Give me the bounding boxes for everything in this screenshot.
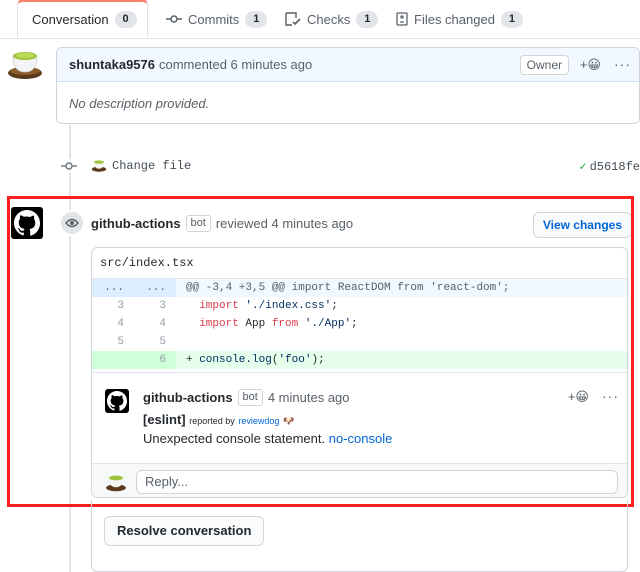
file-diff-icon bbox=[396, 12, 408, 26]
reviewdog-link[interactable]: reviewdog bbox=[238, 416, 279, 426]
comment-timestamp[interactable]: commented 6 minutes ago bbox=[159, 57, 312, 72]
commit-event: Change file ✓ d5618fe bbox=[60, 156, 640, 176]
more-options-button[interactable]: ··· bbox=[602, 388, 619, 404]
file-path[interactable]: src/index.tsx bbox=[92, 248, 627, 279]
tab-label: Conversation bbox=[32, 12, 109, 27]
inline-comment-source: [eslint] reported by reviewdog 🐶 bbox=[143, 412, 294, 427]
code-function: log bbox=[252, 354, 272, 366]
old-line-number[interactable]: 5 bbox=[92, 333, 134, 351]
reply-area: Reply... bbox=[92, 463, 627, 497]
resolve-conversation-button[interactable]: Resolve conversation bbox=[104, 516, 265, 546]
commit-sha[interactable]: ✓ d5618fe bbox=[579, 159, 640, 174]
inline-comment-header: github-actions bot 4 minutes ago bbox=[143, 389, 350, 406]
old-line-number[interactable]: 3 bbox=[92, 297, 134, 315]
diff-added-line: 6 + console.log('foo'); bbox=[92, 351, 627, 369]
code-keyword: import bbox=[199, 300, 239, 312]
code-string: 'foo' bbox=[278, 354, 312, 366]
checklist-icon bbox=[285, 12, 301, 26]
diff-code: import './index.css'; bbox=[176, 297, 627, 315]
tab-counter: 1 bbox=[356, 10, 379, 28]
lint-message: Unexpected console statement. bbox=[143, 431, 326, 446]
code-keyword: from bbox=[271, 318, 299, 330]
diff-code bbox=[176, 333, 627, 351]
tab-label: Checks bbox=[307, 11, 351, 27]
tab-checks[interactable]: Checks 1 bbox=[285, 0, 379, 38]
tab-files-changed[interactable]: Files changed 1 bbox=[396, 0, 523, 38]
view-changes-button[interactable]: View changes bbox=[532, 212, 632, 238]
reported-by-label: reported by bbox=[189, 416, 235, 426]
expand-up-button[interactable]: ... bbox=[92, 279, 134, 297]
diff-line: 4 4 import App from './App'; bbox=[92, 315, 627, 333]
diff-code: + console.log('foo'); bbox=[176, 351, 627, 369]
bot-label: bot bbox=[185, 215, 211, 232]
tab-counter: 1 bbox=[500, 10, 523, 28]
reply-input[interactable]: Reply... bbox=[136, 470, 618, 494]
inline-comment-timestamp[interactable]: 4 minutes ago bbox=[268, 390, 350, 405]
github-logo-icon bbox=[14, 210, 40, 236]
tab-label: Files changed bbox=[414, 11, 495, 27]
commit-sha-text: d5618fe bbox=[589, 160, 640, 174]
diff-hunk-row: ... ... @@ -3,4 +3,5 @@ import ReactDOM … bbox=[92, 279, 627, 297]
comment-body: No description provided. bbox=[69, 96, 210, 111]
check-icon: ✓ bbox=[579, 160, 587, 174]
github-actions-avatar[interactable] bbox=[11, 207, 43, 239]
code-keyword: import bbox=[199, 318, 239, 330]
dog-icon: 🐶 bbox=[283, 416, 295, 426]
code-text: ; bbox=[331, 300, 338, 312]
tab-label: Commits bbox=[188, 11, 240, 27]
git-commit-icon bbox=[166, 15, 182, 23]
linter-tag: [eslint] bbox=[143, 412, 186, 427]
old-line-number[interactable]: 4 bbox=[92, 315, 134, 333]
add-reaction-button[interactable]: +😀 bbox=[580, 57, 601, 73]
review-header: github-actions bot reviewed 4 minutes ag… bbox=[91, 215, 353, 232]
user-avatar[interactable] bbox=[6, 44, 44, 82]
add-reaction-button[interactable]: +😀 bbox=[568, 389, 589, 405]
eye-icon bbox=[59, 210, 85, 236]
review-timestamp[interactable]: reviewed 4 minutes ago bbox=[216, 216, 353, 231]
commit-author-avatar[interactable] bbox=[91, 157, 107, 173]
timeline-line bbox=[69, 125, 71, 572]
comment-author[interactable]: shuntaka9576 bbox=[69, 57, 155, 72]
inline-review-comment: github-actions bot 4 minutes ago +😀 ··· … bbox=[92, 372, 627, 463]
hunk-header: @@ -3,4 +3,5 @@ import ReactDOM from 're… bbox=[176, 279, 627, 297]
bot-label: bot bbox=[237, 389, 263, 406]
tab-counter: 0 bbox=[114, 11, 137, 28]
review-author[interactable]: github-actions bbox=[91, 216, 181, 231]
github-actions-avatar[interactable] bbox=[105, 389, 129, 413]
new-line-number[interactable]: 4 bbox=[134, 315, 176, 333]
code-string: './App' bbox=[298, 318, 352, 330]
owner-badge: Owner bbox=[519, 55, 569, 75]
diff-line: 5 5 bbox=[92, 333, 627, 351]
tab-conversation[interactable]: Conversation 0 bbox=[17, 0, 148, 38]
code-string: './index.css' bbox=[238, 300, 332, 312]
current-user-avatar[interactable] bbox=[105, 471, 127, 493]
expand-down-button[interactable]: ... bbox=[134, 279, 176, 297]
code-text: ; bbox=[351, 318, 358, 330]
new-line-number[interactable]: 6 bbox=[134, 351, 176, 369]
diff-prefix: + bbox=[186, 354, 200, 366]
inline-comment-author[interactable]: github-actions bbox=[143, 390, 233, 405]
rule-link[interactable]: no-console bbox=[329, 431, 393, 446]
new-line-number[interactable]: 5 bbox=[134, 333, 176, 351]
diff-code: import App from './App'; bbox=[176, 315, 627, 333]
inline-comment-body: Unexpected console statement. no-console bbox=[143, 431, 392, 446]
diff-table: ... ... @@ -3,4 +3,5 @@ import ReactDOM … bbox=[92, 279, 627, 369]
diff-line: 3 3 import './index.css'; bbox=[92, 297, 627, 315]
tab-counter: 1 bbox=[245, 10, 268, 28]
more-options-button[interactable]: ··· bbox=[614, 56, 631, 72]
git-commit-icon bbox=[60, 159, 78, 173]
code-text: App bbox=[238, 318, 272, 330]
new-line-number[interactable]: 3 bbox=[134, 297, 176, 315]
review-thread: src/index.tsx ... ... @@ -3,4 +3,5 @@ im… bbox=[91, 247, 628, 498]
commit-message[interactable]: Change file bbox=[112, 159, 191, 173]
old-line-number[interactable] bbox=[92, 351, 134, 369]
pr-description-comment: shuntaka9576 commented 6 minutes ago Own… bbox=[56, 47, 640, 124]
code-text: ); bbox=[311, 354, 325, 366]
code-object: console bbox=[199, 354, 246, 366]
github-logo-icon bbox=[107, 391, 127, 411]
pr-tabs: Conversation 0 Commits 1 Checks 1 Files … bbox=[0, 0, 640, 39]
tab-commits[interactable]: Commits 1 bbox=[166, 0, 268, 38]
